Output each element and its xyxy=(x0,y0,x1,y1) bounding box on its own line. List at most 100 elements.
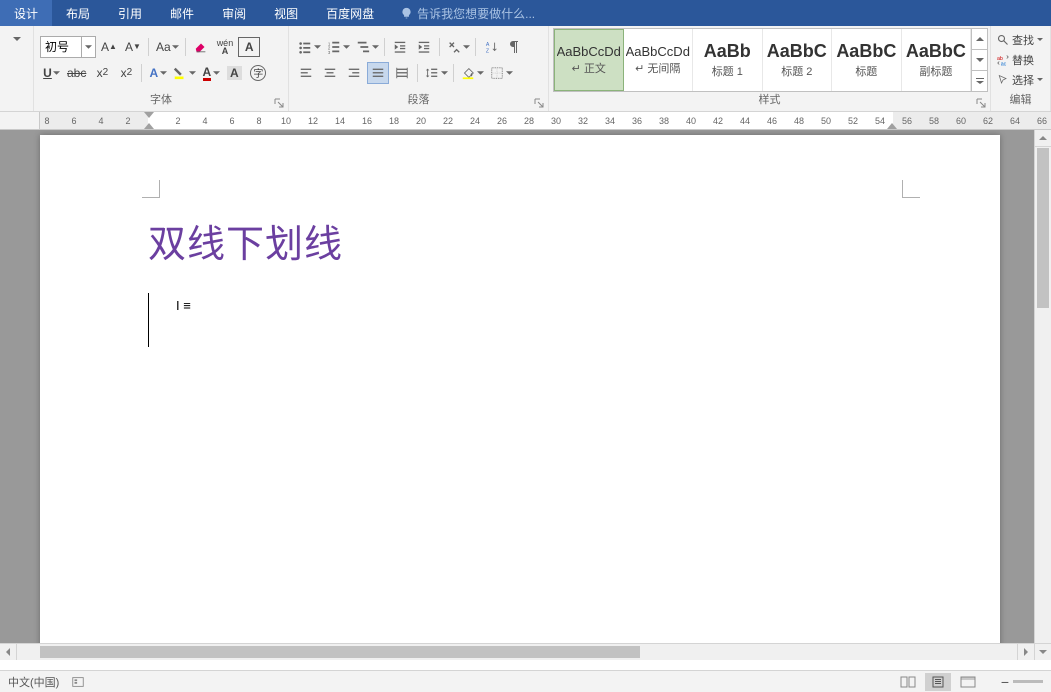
line-spacing-button[interactable] xyxy=(422,62,449,84)
gallery-down-button[interactable] xyxy=(972,50,987,71)
hanging-indent-marker[interactable] xyxy=(144,123,154,129)
phonetic-guide-button[interactable]: wénA xyxy=(214,36,237,58)
view-print-button[interactable] xyxy=(925,673,951,691)
asian-layout-button[interactable] xyxy=(444,36,471,58)
grow-font-button[interactable]: A▲ xyxy=(98,36,120,58)
shrink-font-button[interactable]: A▼ xyxy=(122,36,144,58)
zoom-slider-track[interactable] xyxy=(1013,680,1043,683)
find-label: 查找 xyxy=(1012,32,1034,48)
align-center-button[interactable] xyxy=(319,62,341,84)
font-size-dropdown[interactable] xyxy=(81,37,95,57)
vscroll-thumb[interactable] xyxy=(1037,148,1049,308)
menu-references[interactable]: 引用 xyxy=(104,0,156,26)
vertical-scrollbar[interactable] xyxy=(1034,130,1051,660)
font-size-input[interactable] xyxy=(41,40,81,54)
align-right-button[interactable] xyxy=(343,62,365,84)
character-shading-button[interactable]: A xyxy=(223,62,245,84)
sort-button[interactable]: AZ xyxy=(480,36,502,58)
align-justify-button[interactable] xyxy=(367,62,389,84)
style-heading1[interactable]: AaBb 标题 1 xyxy=(693,29,763,91)
font-dialog-launcher[interactable] xyxy=(273,97,285,109)
style-preview: AaBbC xyxy=(767,41,827,62)
gallery-more-button[interactable] xyxy=(972,71,987,91)
first-line-indent-marker[interactable] xyxy=(144,112,154,118)
style-nospacing[interactable]: AaBbCcDd ↵ 无间隔 xyxy=(624,29,694,91)
scroll-left-button[interactable] xyxy=(0,644,17,660)
style-normal[interactable]: AaBbCcDd ↵ 正文 xyxy=(554,29,624,91)
change-case-button[interactable]: Aa xyxy=(153,36,181,58)
ruler-number: 26 xyxy=(495,112,509,129)
menu-design[interactable]: 设计 xyxy=(0,0,52,26)
bullets-button[interactable] xyxy=(295,36,322,58)
replace-button[interactable]: abac 替换 xyxy=(995,50,1045,70)
margin-corner-tl xyxy=(142,180,160,198)
superscript-button[interactable]: x2 xyxy=(115,62,137,84)
scroll-right-button[interactable] xyxy=(1017,644,1034,660)
view-web-button[interactable] xyxy=(955,673,981,691)
view-read-button[interactable] xyxy=(895,673,921,691)
font-color-button[interactable]: A xyxy=(199,62,221,84)
document-area[interactable]: 双线下划线 I ≡ xyxy=(0,130,1051,660)
right-indent-marker[interactable] xyxy=(887,123,897,129)
asian-layout-icon xyxy=(447,40,461,54)
clear-formatting-button[interactable] xyxy=(190,36,212,58)
subscript-button[interactable]: x2 xyxy=(91,62,113,84)
ruler-number: 46 xyxy=(765,112,779,129)
paste-dropdown[interactable] xyxy=(4,28,30,50)
style-subtitle[interactable]: AaBbC 副标题 xyxy=(902,29,972,91)
highlight-button[interactable] xyxy=(170,62,197,84)
strikethrough-button[interactable]: abc xyxy=(64,62,89,84)
ruler-number: 30 xyxy=(549,112,563,129)
group-label-paragraph: 段落 xyxy=(289,93,548,111)
accessibility-icon[interactable] xyxy=(71,675,85,689)
style-title[interactable]: AaBbC 标题 xyxy=(832,29,902,91)
horizontal-ruler[interactable]: 8642246810121416182022242628303234363840… xyxy=(40,112,1051,129)
styles-dialog-launcher[interactable] xyxy=(975,97,987,109)
document-text[interactable]: 双线下划线 xyxy=(148,213,343,268)
character-border-button[interactable]: A xyxy=(238,37,260,57)
horizontal-scrollbar[interactable] xyxy=(0,643,1034,660)
menu-layout[interactable]: 布局 xyxy=(52,0,104,26)
group-paragraph: 123 AZ xyxy=(289,26,549,111)
font-size-combo[interactable] xyxy=(40,36,96,58)
underline-button[interactable]: U xyxy=(40,62,62,84)
enclose-characters-button[interactable]: 字 xyxy=(247,62,269,84)
decrease-indent-button[interactable] xyxy=(389,36,411,58)
text-effects-button[interactable]: A xyxy=(146,62,168,84)
cursor-icon xyxy=(997,74,1009,86)
align-distributed-button[interactable] xyxy=(391,62,413,84)
gallery-up-button[interactable] xyxy=(972,29,987,50)
ruler-number: 28 xyxy=(522,112,536,129)
show-marks-button[interactable] xyxy=(504,36,526,58)
increase-indent-button[interactable] xyxy=(413,36,435,58)
zoom-out-button[interactable]: − xyxy=(1001,674,1009,690)
page[interactable]: 双线下划线 I ≡ xyxy=(40,135,1000,660)
shading-button[interactable] xyxy=(458,62,485,84)
scroll-up-button[interactable] xyxy=(1035,130,1051,147)
ruler-number: 56 xyxy=(900,112,914,129)
scroll-down-button[interactable] xyxy=(1035,643,1051,660)
select-button[interactable]: 选择 xyxy=(995,70,1045,90)
multilevel-list-button[interactable] xyxy=(353,36,380,58)
ruler-number: 4 xyxy=(94,112,108,129)
status-language[interactable]: 中文(中国) xyxy=(8,674,59,690)
find-button[interactable]: 查找 xyxy=(995,30,1045,50)
paragraph-dialog-launcher[interactable] xyxy=(533,97,545,109)
menu-baidu[interactable]: 百度网盘 xyxy=(312,0,388,26)
style-name: 副标题 xyxy=(919,63,952,79)
align-left-button[interactable] xyxy=(295,62,317,84)
style-name: 标题 1 xyxy=(712,63,743,79)
style-heading2[interactable]: AaBbC 标题 2 xyxy=(763,29,833,91)
borders-button[interactable] xyxy=(487,62,514,84)
tell-me-search[interactable]: 告诉我您想要做什么... xyxy=(388,5,535,22)
numbering-button[interactable]: 123 xyxy=(324,36,351,58)
menu-view[interactable]: 视图 xyxy=(260,0,312,26)
svg-text:3: 3 xyxy=(328,50,331,54)
style-preview: AaBbCcDd xyxy=(626,44,690,59)
hscroll-thumb[interactable] xyxy=(40,646,640,658)
menu-review[interactable]: 审阅 xyxy=(208,0,260,26)
read-mode-icon xyxy=(900,676,916,688)
gallery-scroll-buttons xyxy=(971,29,987,91)
style-name: ↵ 无间隔 xyxy=(635,60,680,76)
menu-mailings[interactable]: 邮件 xyxy=(156,0,208,26)
